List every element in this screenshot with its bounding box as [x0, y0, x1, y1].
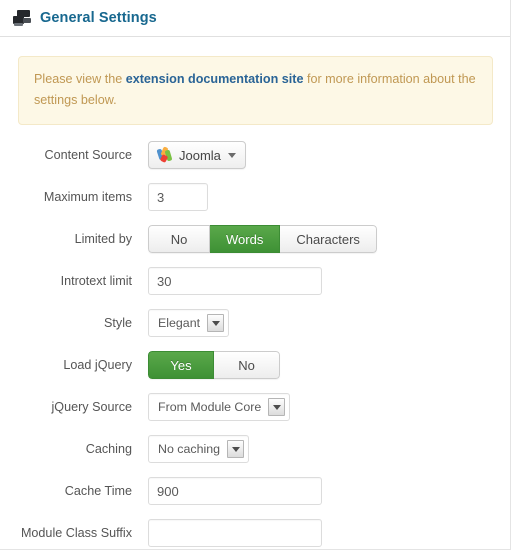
field-row-jquery-source: jQuery Source From Module Core — [0, 393, 510, 421]
field-row-load-jquery: Load jQuery Yes No — [0, 351, 510, 379]
alert-text-before: Please view the — [34, 72, 126, 86]
content-source-value: Joomla — [179, 147, 221, 163]
load-jquery-option-no[interactable]: No — [214, 351, 280, 379]
page-title: General Settings — [40, 10, 157, 26]
field-row-content-source: Content Source Joomla — [0, 141, 510, 169]
label-style: Style — [104, 316, 132, 330]
field-row-limited-by: Limited by No Words Characters — [0, 225, 510, 253]
cache-time-input[interactable] — [148, 477, 322, 505]
chevron-down-icon — [268, 398, 286, 416]
jquery-source-select-value: From Module Core — [158, 400, 262, 414]
chevron-down-icon — [227, 152, 236, 158]
joomla-logo-icon — [156, 146, 173, 163]
settings-panel: General Settings Please view the extensi… — [0, 0, 511, 550]
chevron-down-icon — [227, 440, 244, 458]
jquery-source-select[interactable]: From Module Core — [148, 393, 291, 421]
limited-by-option-words[interactable]: Words — [210, 225, 281, 253]
module-class-suffix-input[interactable] — [148, 519, 322, 547]
field-row-cache-time: Cache Time — [0, 477, 510, 505]
settings-form: Content Source Joomla Maximum items Limi… — [0, 125, 510, 547]
alert-container: Please view the extension documentation … — [0, 37, 510, 125]
field-row-style: Style Elegant — [0, 309, 510, 337]
maximum-items-input[interactable] — [148, 183, 208, 211]
label-jquery-source: jQuery Source — [51, 400, 133, 414]
caching-select[interactable]: No caching — [148, 435, 249, 463]
panel-header: General Settings — [0, 0, 510, 37]
style-select-value: Elegant — [158, 316, 201, 330]
label-introtext-limit: Introtext limit — [60, 274, 132, 288]
label-caching: Caching — [85, 442, 132, 456]
load-jquery-option-yes[interactable]: Yes — [148, 351, 214, 379]
limited-by-option-characters[interactable]: Characters — [280, 225, 377, 253]
introtext-limit-input[interactable] — [148, 267, 322, 295]
documentation-link[interactable]: extension documentation site — [126, 72, 304, 86]
caching-select-value: No caching — [158, 442, 220, 456]
label-load-jquery: Load jQuery — [63, 358, 132, 372]
label-limited-by: Limited by — [74, 232, 132, 246]
load-jquery-button-group: Yes No — [148, 351, 280, 379]
label-cache-time: Cache Time — [64, 484, 132, 498]
label-module-class-suffix: Module Class Suffix — [20, 526, 132, 540]
field-row-introtext-limit: Introtext limit — [0, 267, 510, 295]
content-source-dropdown[interactable]: Joomla — [148, 141, 246, 169]
chevron-down-icon — [207, 314, 225, 332]
limited-by-option-no[interactable]: No — [148, 225, 210, 253]
field-row-maximum-items: Maximum items — [0, 183, 510, 211]
limited-by-button-group: No Words Characters — [148, 225, 377, 253]
field-row-caching: Caching No caching — [0, 435, 510, 463]
label-content-source: Content Source — [44, 148, 132, 162]
info-alert: Please view the extension documentation … — [18, 56, 493, 125]
label-maximum-items: Maximum items — [43, 190, 132, 204]
style-select[interactable]: Elegant — [148, 309, 230, 337]
field-row-module-class-suffix: Module Class Suffix — [0, 519, 510, 547]
modules-icon — [13, 10, 31, 27]
